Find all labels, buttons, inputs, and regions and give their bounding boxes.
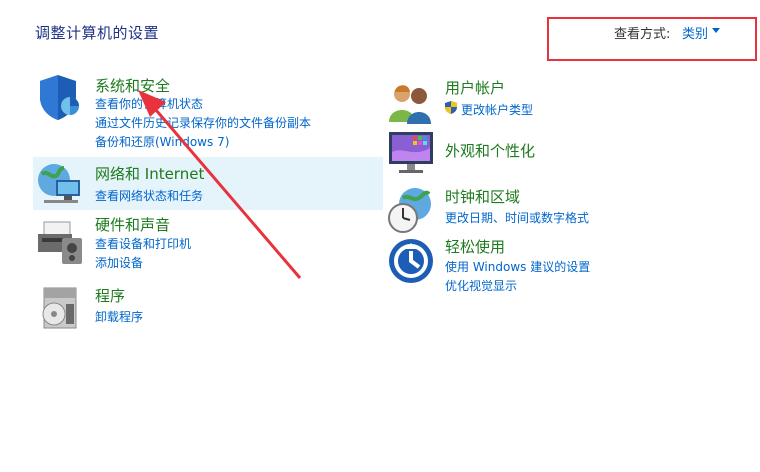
- programs-disc-icon: [42, 287, 77, 329]
- uac-shield-icon: [445, 101, 457, 114]
- link-network-status[interactable]: 查看网络状态和任务: [95, 187, 203, 204]
- category-network-internet[interactable]: 网络和 Internet: [95, 163, 204, 184]
- category-system-security[interactable]: 系统和安全: [95, 75, 170, 96]
- link-devices-printers[interactable]: 查看设备和打印机: [95, 235, 191, 252]
- link-file-history-backup[interactable]: 通过文件历史记录保存你的文件备份副本: [95, 114, 311, 131]
- hover-highlight: [33, 157, 383, 210]
- link-add-device[interactable]: 添加设备: [95, 254, 143, 271]
- category-clock-region[interactable]: 时钟和区域: [445, 186, 520, 207]
- annotation-highlight-box: [547, 17, 757, 61]
- printer-hardware-icon: [38, 221, 82, 264]
- ease-of-access-icon: [389, 239, 433, 283]
- category-appearance[interactable]: 外观和个性化: [445, 140, 535, 161]
- link-backup-restore[interactable]: 备份和还原(Windows 7): [95, 133, 229, 150]
- category-programs[interactable]: 程序: [95, 285, 125, 306]
- network-globe-icon: [38, 164, 80, 203]
- link-recommended-settings[interactable]: 使用 Windows 建议的设置: [445, 258, 590, 275]
- link-uninstall-program[interactable]: 卸载程序: [95, 308, 143, 325]
- link-view-computer-status[interactable]: 查看你的计算机状态: [95, 95, 203, 112]
- link-change-account-type[interactable]: 更改帐户类型: [461, 101, 533, 118]
- category-hardware-sound[interactable]: 硬件和声音: [95, 214, 170, 235]
- link-optimize-visual-display[interactable]: 优化视觉显示: [445, 277, 517, 294]
- link-change-date-time-format[interactable]: 更改日期、时间或数字格式: [445, 209, 589, 226]
- clock-globe-icon: [388, 188, 431, 233]
- category-ease-of-access[interactable]: 轻松使用: [445, 236, 505, 257]
- shield-security-icon: [40, 75, 79, 120]
- page-title: 调整计算机的设置: [35, 24, 160, 42]
- appearance-monitor-icon: [389, 132, 433, 173]
- category-user-accounts[interactable]: 用户帐户: [445, 77, 505, 98]
- users-icon: [389, 85, 431, 124]
